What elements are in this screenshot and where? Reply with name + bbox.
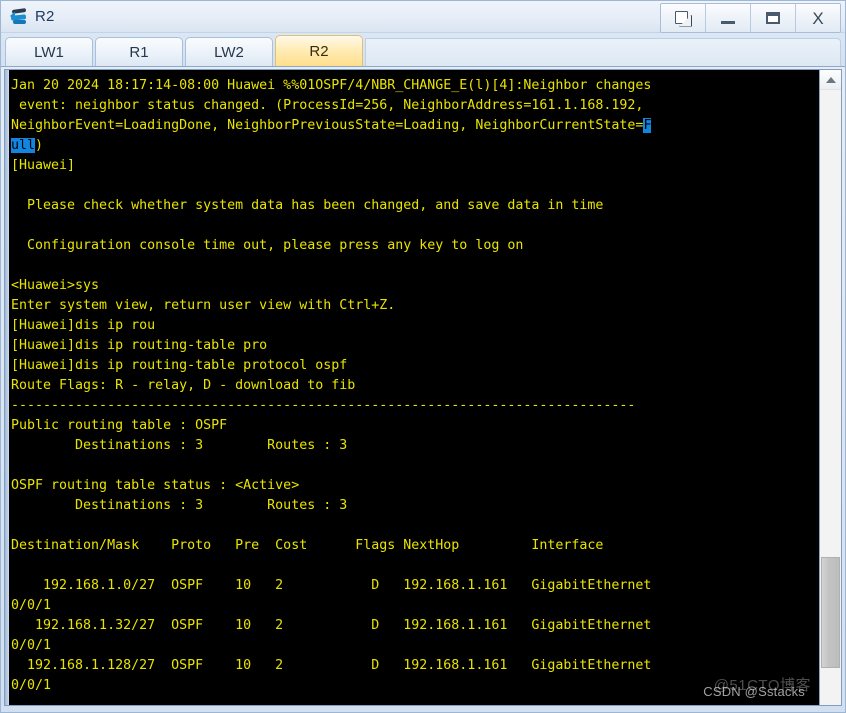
tab-label: R2 bbox=[309, 42, 329, 60]
terminal-line: Configuration console time out, please p… bbox=[11, 236, 819, 256]
terminal-line: [Huawei] bbox=[11, 156, 819, 176]
selected-text: F bbox=[643, 118, 652, 133]
router-icon bbox=[9, 6, 31, 28]
tab-label: LW1 bbox=[34, 43, 64, 61]
chevron-up-icon bbox=[825, 76, 836, 83]
terminal-window: R2 X LW1 R1 LW2 R2 Jan 20 2024 18:17:14-… bbox=[0, 0, 846, 713]
terminal-output[interactable]: Jan 20 2024 18:17:14-08:00 Huawei %%01OS… bbox=[5, 70, 819, 705]
terminal-text: NeighborEvent=LoadingDone, NeighborPrevi… bbox=[11, 118, 644, 133]
close-window-button[interactable]: X bbox=[796, 4, 840, 32]
window-titlebar: R2 X bbox=[1, 1, 845, 33]
terminal-text: Public routing table : OSPF bbox=[11, 418, 228, 433]
terminal-line: 192.168.1.128/27 OSPF 10 2 D 192.168.1.1… bbox=[11, 656, 819, 676]
terminal-text: Configuration console time out, please p… bbox=[11, 238, 524, 253]
restore-window-button[interactable] bbox=[661, 4, 706, 32]
terminal-line: 0/0/1 bbox=[11, 596, 819, 616]
close-icon: X bbox=[812, 8, 824, 28]
terminal-line: [Huawei]dis ip rou bbox=[11, 316, 819, 336]
terminal-line: OSPF routing table status : <Active> bbox=[11, 476, 819, 496]
terminal-line: ----------------------------------------… bbox=[11, 396, 819, 416]
restore-icon bbox=[675, 10, 692, 27]
terminal-line: event: neighbor status changed. (Process… bbox=[11, 96, 819, 116]
tab-strip-filler bbox=[365, 38, 841, 66]
terminal-text: Destination/Mask Proto Pre Cost Flags Ne… bbox=[11, 538, 604, 553]
scroll-up-button[interactable] bbox=[820, 70, 841, 90]
terminal-text: <Huawei>sys bbox=[11, 278, 100, 293]
terminal-text: 0/0/1 bbox=[11, 678, 52, 693]
tab-lw1[interactable]: LW1 bbox=[5, 37, 93, 66]
tab-lw2[interactable]: LW2 bbox=[185, 37, 273, 66]
window-controls: X bbox=[660, 3, 841, 33]
terminal-text: ) bbox=[35, 138, 44, 153]
terminal-text: Enter system view, return user view with… bbox=[11, 298, 396, 313]
tab-label: R1 bbox=[129, 43, 149, 61]
terminal-line: [Huawei]dis ip routing-table pro bbox=[11, 336, 819, 356]
window-title: R2 bbox=[35, 8, 55, 25]
minimize-icon bbox=[721, 21, 735, 24]
terminal-line: Route Flags: R - relay, D - download to … bbox=[11, 376, 819, 396]
device-tab-strip: LW1 R1 LW2 R2 bbox=[1, 33, 845, 67]
terminal-text: event: neighbor status changed. (Process… bbox=[11, 98, 644, 113]
terminal-line: Enter system view, return user view with… bbox=[11, 296, 819, 316]
terminal-text: 192.168.1.32/27 OSPF 10 2 D 192.168.1.16… bbox=[11, 618, 652, 633]
terminal-text: [Huawei]dis ip routing-table protocol os… bbox=[11, 358, 348, 373]
terminal-line: NeighborEvent=LoadingDone, NeighborPrevi… bbox=[11, 116, 819, 136]
terminal-line: ull) bbox=[11, 136, 819, 156]
tab-label: LW2 bbox=[214, 43, 244, 61]
terminal-text: [Huawei]dis ip rou bbox=[11, 318, 156, 333]
minimize-window-button[interactable] bbox=[706, 4, 751, 32]
terminal-text: Please check whether system data has bee… bbox=[11, 198, 604, 213]
scrollbar-track[interactable] bbox=[820, 90, 841, 705]
terminal-line: 0/0/1 bbox=[11, 636, 819, 656]
tab-r1[interactable]: R1 bbox=[95, 37, 183, 66]
terminal-text: ----------------------------------------… bbox=[11, 398, 636, 413]
maximize-icon bbox=[766, 12, 780, 24]
terminal-line: Destinations : 3 Routes : 3 bbox=[11, 436, 819, 456]
terminal-line: Destination/Mask Proto Pre Cost Flags Ne… bbox=[11, 536, 819, 556]
terminal-panel: Jan 20 2024 18:17:14-08:00 Huawei %%01OS… bbox=[4, 69, 842, 706]
terminal-line: 0/0/1 bbox=[11, 676, 819, 696]
selected-text: ull bbox=[11, 138, 36, 153]
terminal-text: Destinations : 3 Routes : 3 bbox=[11, 438, 348, 453]
terminal-line: <Huawei>sys bbox=[11, 276, 819, 296]
terminal-text: OSPF routing table status : <Active> bbox=[11, 478, 300, 493]
terminal-line: Jan 20 2024 18:17:14-08:00 Huawei %%01OS… bbox=[11, 76, 819, 96]
terminal-text: 192.168.1.0/27 OSPF 10 2 D 192.168.1.161… bbox=[11, 578, 652, 593]
terminal-vertical-scrollbar[interactable] bbox=[819, 70, 841, 705]
terminal-line: 192.168.1.32/27 OSPF 10 2 D 192.168.1.16… bbox=[11, 616, 819, 636]
terminal-text: [Huawei] bbox=[11, 158, 76, 173]
maximize-window-button[interactable] bbox=[751, 4, 796, 32]
terminal-text: Jan 20 2024 18:17:14-08:00 Huawei %%01OS… bbox=[11, 78, 652, 93]
terminal-line: Please check whether system data has bee… bbox=[11, 196, 819, 216]
terminal-line: Destinations : 3 Routes : 3 bbox=[11, 496, 819, 516]
tab-r2[interactable]: R2 bbox=[275, 35, 363, 66]
scrollbar-thumb[interactable] bbox=[821, 557, 840, 669]
terminal-text: Destinations : 3 Routes : 3 bbox=[11, 498, 348, 513]
terminal-text: 0/0/1 bbox=[11, 598, 52, 613]
terminal-text: [Huawei]dis ip routing-table pro bbox=[11, 338, 268, 353]
terminal-text: Route Flags: R - relay, D - download to … bbox=[11, 378, 356, 393]
terminal-line: Public routing table : OSPF bbox=[11, 416, 819, 436]
terminal-text: 192.168.1.128/27 OSPF 10 2 D 192.168.1.1… bbox=[11, 658, 652, 673]
terminal-line: [Huawei]dis ip routing-table protocol os… bbox=[11, 356, 819, 376]
terminal-line: 192.168.1.0/27 OSPF 10 2 D 192.168.1.161… bbox=[11, 576, 819, 596]
terminal-text: 0/0/1 bbox=[11, 638, 52, 653]
